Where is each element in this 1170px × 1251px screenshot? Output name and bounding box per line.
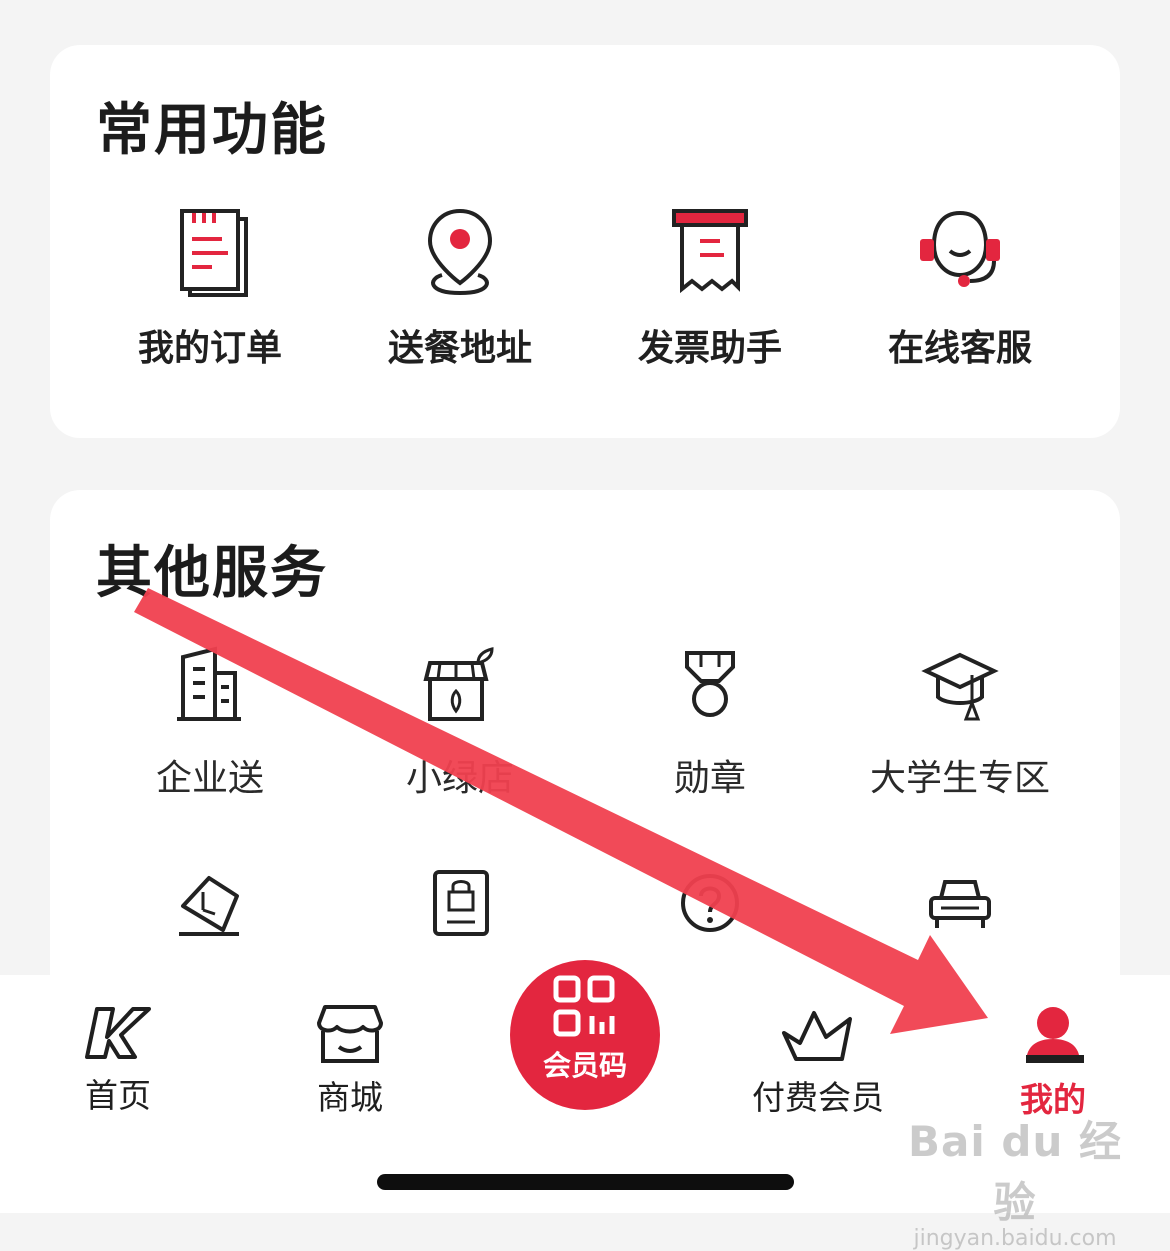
crown-icon <box>782 1011 852 1061</box>
medal-label: 勋章 <box>673 758 746 799</box>
tab-paid-member[interactable]: 付费会员 <box>738 1003 898 1119</box>
tab-mall[interactable]: 商城 <box>270 1003 430 1119</box>
other-services-card: 其他服务 企业送 小绿店 勋章 大学生专区 <box>50 490 1120 1010</box>
tab-paid-member-label: 付费会员 <box>752 1078 884 1117</box>
delivery-address-label: 送餐地址 <box>387 328 532 369</box>
help-question-icon <box>681 874 739 932</box>
online-service-entry[interactable]: 在线客服 <box>835 205 1085 371</box>
college-zone-entry[interactable]: 大学生专区 <box>835 645 1085 801</box>
location-pin-icon <box>427 208 493 296</box>
baidu-watermark: Bai du 经验 jingyan.baidu.com <box>895 1108 1135 1251</box>
graduation-cap-icon <box>921 652 999 721</box>
invoice-icon <box>672 209 748 294</box>
customer-service-icon <box>920 210 1000 287</box>
online-service-label: 在线客服 <box>887 328 1032 369</box>
my-orders-entry[interactable]: 我的订单 <box>85 205 335 371</box>
tab-home-label: 首页 <box>85 1076 151 1115</box>
watermark-sub: jingyan.baidu.com <box>913 1226 1117 1251</box>
tab-mall-label: 商城 <box>317 1078 383 1117</box>
other-services-partial-row <box>50 868 1120 938</box>
other-services-grid: 企业送 小绿店 勋章 大学生专区 <box>50 645 1120 801</box>
section-title: 其他服务 <box>96 541 328 606</box>
common-functions-grid: 我的订单 送餐地址 发票助手 在线客服 <box>50 205 1120 371</box>
section-title: 常用功能 <box>96 98 328 163</box>
member-code-button[interactable]: 会员码 <box>510 960 660 1110</box>
locked-document-icon <box>433 870 489 936</box>
enterprise-delivery-label: 企业送 <box>155 758 264 799</box>
my-orders-label: 我的订单 <box>137 328 282 369</box>
member-code-label: 会员码 <box>542 1049 627 1082</box>
k-logo-icon <box>85 1007 151 1059</box>
partial-service-entry[interactable] <box>335 868 585 938</box>
qr-code-icon <box>553 975 615 1037</box>
enterprise-delivery-entry[interactable]: 企业送 <box>85 645 335 801</box>
green-store-entry[interactable]: 小绿店 <box>335 645 585 801</box>
medal-icon <box>685 651 735 717</box>
invoice-helper-label: 发票助手 <box>637 328 782 369</box>
partial-service-entry[interactable] <box>585 868 835 938</box>
user-icon <box>1026 1007 1084 1063</box>
partial-service-entry[interactable] <box>835 868 1085 938</box>
green-store-icon <box>423 647 494 721</box>
invoice-helper-entry[interactable]: 发票助手 <box>585 205 835 371</box>
tab-mine[interactable]: 我的 <box>973 1003 1133 1121</box>
home-indicator[interactable] <box>377 1174 794 1190</box>
watermark-main: Bai du 经验 <box>908 1117 1122 1227</box>
partial-service-entry[interactable] <box>85 868 335 938</box>
storefront-icon <box>317 1005 383 1063</box>
college-zone-label: 大学生专区 <box>869 758 1050 799</box>
common-functions-card: 常用功能 我的订单 送餐地址 发票助手 在线客服 <box>50 45 1120 438</box>
clock-tag-icon <box>179 876 239 936</box>
medal-entry[interactable]: 勋章 <box>585 645 835 801</box>
car-icon <box>929 880 991 928</box>
tab-home[interactable]: 首页 <box>38 1003 198 1117</box>
delivery-address-entry[interactable]: 送餐地址 <box>335 205 585 371</box>
order-list-icon <box>180 209 248 297</box>
building-icon <box>177 646 241 721</box>
green-store-label: 小绿店 <box>405 758 514 799</box>
